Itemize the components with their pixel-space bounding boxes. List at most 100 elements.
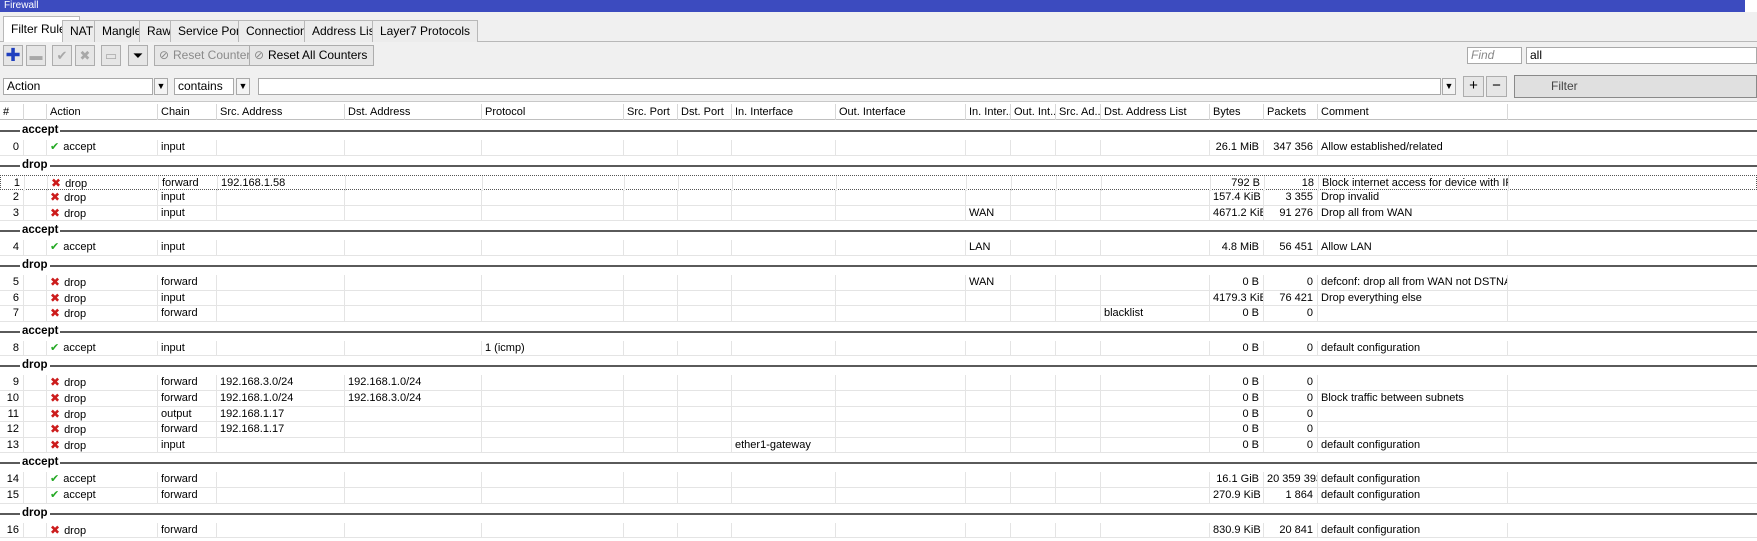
cell-dst-port [678, 340, 732, 356]
col-out-interface-list[interactable]: Out. Int... [1011, 104, 1056, 120]
table-row[interactable]: 12 ✖ drop forward 192.168.1.17 0 B0 [0, 422, 1757, 438]
cell-flags [25, 175, 48, 191]
table-row[interactable]: 10 ✖ drop forward 192.168.1.0/24 192.168.3.0/… [0, 390, 1757, 407]
col-dst-address-list[interactable]: Dst. Address List [1101, 104, 1210, 120]
cell-src-port [624, 290, 678, 306]
table-row[interactable]: 14 ✔ accept forward 16.1 GiB 20 359 393 defaul… [0, 472, 1757, 488]
filter-value-dropdown[interactable]: ▼ [1442, 78, 1456, 95]
col-dst-address[interactable]: Dst. Address [345, 104, 482, 120]
cell-dst-address-list [1101, 375, 1210, 391]
filter-operator-dropdown[interactable]: ▼ [236, 78, 250, 95]
group-label: drop [20, 257, 50, 272]
filter-toggle-button[interactable]: ⏷ [128, 45, 148, 66]
table-row[interactable]: 11 ✖ drop output 192.168.1.17 0 B0 [0, 406, 1757, 423]
cell-dst-address [345, 437, 482, 453]
cell-protocol: 1 (icmp) [482, 340, 624, 356]
col-in-interface-list[interactable]: In. Inter... [966, 104, 1011, 120]
remove-button[interactable]: ▬ [26, 45, 46, 66]
cell-in-interface-list [966, 140, 1011, 155]
cell-dst-port [678, 290, 732, 306]
col-chain[interactable]: Chain [158, 104, 217, 120]
cell-src-port [624, 390, 678, 406]
cell-bytes: 157.4 KiB [1210, 190, 1264, 206]
tab-layer7-protocols[interactable]: Layer7 Protocols [372, 20, 479, 42]
scope-select[interactable]: all [1526, 47, 1757, 64]
filter-button[interactable]: Filter [1514, 75, 1757, 98]
comment-button[interactable]: ▭ [101, 45, 121, 66]
table-row[interactable]: 3 ✖ drop input WAN 4671.2 KiB 91 276 Drop all f… [0, 205, 1757, 222]
cell-src-address: 192.168.1.17 [217, 406, 345, 422]
cell-src-port [624, 472, 678, 488]
table-row[interactable]: 4 ✔ accept input LAN 4.8 MiB 56 451 Allow LAN [0, 240, 1757, 256]
cell-src-address [217, 205, 345, 221]
cell-src-address [217, 340, 345, 356]
group-label: accept [20, 123, 61, 137]
col-src-port[interactable]: Src. Port [624, 104, 678, 120]
enable-button[interactable]: ✔ [52, 45, 72, 66]
table-row[interactable]: 1 ✖ drop forward 192.168.1.58 792 B 18 Block in… [0, 174, 1757, 191]
cell-in-interface [732, 306, 836, 322]
table-row[interactable]: 5 ✖ drop forward WAN 0 B 0 defconf: drop all fr… [0, 274, 1757, 291]
cell-in-interface-list [966, 290, 1011, 306]
filter-field-dropdown[interactable]: ▼ [154, 78, 168, 95]
table-row[interactable]: 16 ✖ drop forward 830.9 KiB 20 841 default con… [0, 522, 1757, 539]
cell-dst-port [678, 274, 732, 290]
cell-out-interface-list [1011, 290, 1056, 306]
col-flags[interactable] [24, 104, 47, 120]
col-action[interactable]: Action [47, 104, 158, 120]
cell-comment [1318, 306, 1508, 322]
table-row[interactable]: 15 ✔ accept forward 270.9 KiB 1 864 default co… [0, 487, 1757, 504]
col-src-address[interactable]: Src. Address [217, 104, 345, 120]
table-row[interactable]: 13 ✖ drop input ether1-gateway 0 B 0 default co… [0, 437, 1757, 454]
cell-number: 8 [0, 340, 24, 356]
add-filter-button[interactable]: + [1463, 76, 1484, 97]
reset-all-counters-button[interactable]: ⊘ Reset All Counters [249, 45, 375, 66]
cell-dst-address [345, 422, 482, 438]
cell-dst-address-list [1101, 205, 1210, 221]
cell-flags [24, 290, 47, 306]
group-divider-line [0, 330, 1757, 333]
filter-value-input[interactable] [258, 78, 1441, 95]
remove-filter-button[interactable]: − [1486, 76, 1507, 97]
cell-chain: forward [158, 390, 217, 406]
table-row[interactable]: 8 ✔ accept input 1 (icmp) 0 B 0 default configu… [0, 340, 1757, 357]
col-in-interface[interactable]: In. Interface [732, 104, 836, 120]
minus-icon: − [1492, 77, 1501, 94]
col-out-interface[interactable]: Out. Interface [836, 104, 966, 120]
reset-counters-button[interactable]: ⊘ Reset Counters [154, 45, 264, 66]
col-bytes[interactable]: Bytes [1210, 104, 1264, 120]
cell-flags [24, 437, 47, 453]
cell-src-address-list [1056, 487, 1101, 503]
cell-dst-address [345, 522, 482, 538]
col-protocol[interactable]: Protocol [482, 104, 624, 120]
drop-x-icon: ✖ [50, 306, 61, 321]
group-divider-line [0, 264, 1757, 267]
cell-bytes: 4671.2 KiB [1210, 205, 1264, 221]
col-packets[interactable]: Packets [1264, 104, 1318, 120]
table-row[interactable]: 0 ✔ accept input 26.1 MiB 347 356 Allow establ… [0, 140, 1757, 156]
chevron-down-icon: ▼ [238, 81, 248, 91]
cell-dst-address-list [1101, 140, 1210, 155]
filter-operator-select[interactable]: contains [174, 78, 234, 95]
cell-in-interface-list: WAN [966, 274, 1011, 290]
cell-flags [24, 390, 47, 406]
cell-comment: default configuration [1318, 487, 1508, 503]
cell-dst-address [346, 175, 483, 191]
table-row[interactable]: 2 ✖ drop input 157.4 KiB 3 355 Drop invalid [0, 190, 1757, 206]
table-row[interactable]: 7 ✖ drop forward blacklist 0 B0 [0, 306, 1757, 322]
find-input[interactable]: Find [1467, 47, 1522, 64]
table-row[interactable]: 6 ✖ drop input 4179.3 KiB 76 421 Drop everythi… [0, 290, 1757, 307]
disable-button[interactable]: ✖ [75, 45, 95, 66]
cell-src-address-list [1056, 290, 1101, 306]
filter-field-select[interactable]: Action [3, 78, 153, 95]
cell-in-interface-list [966, 472, 1011, 488]
col-number[interactable]: # [0, 104, 24, 120]
cell-action: ✖ drop [47, 205, 158, 221]
cell-in-interface [732, 390, 836, 406]
cell-flags [24, 140, 47, 155]
col-dst-port[interactable]: Dst. Port [678, 104, 732, 120]
table-row[interactable]: 9 ✖ drop forward 192.168.3.0/24 192.168.1.0/2… [0, 375, 1757, 391]
col-comment[interactable]: Comment [1318, 104, 1508, 120]
col-src-address-list[interactable]: Src. Ad... [1056, 104, 1101, 120]
add-button[interactable]: ✚ [3, 45, 23, 66]
